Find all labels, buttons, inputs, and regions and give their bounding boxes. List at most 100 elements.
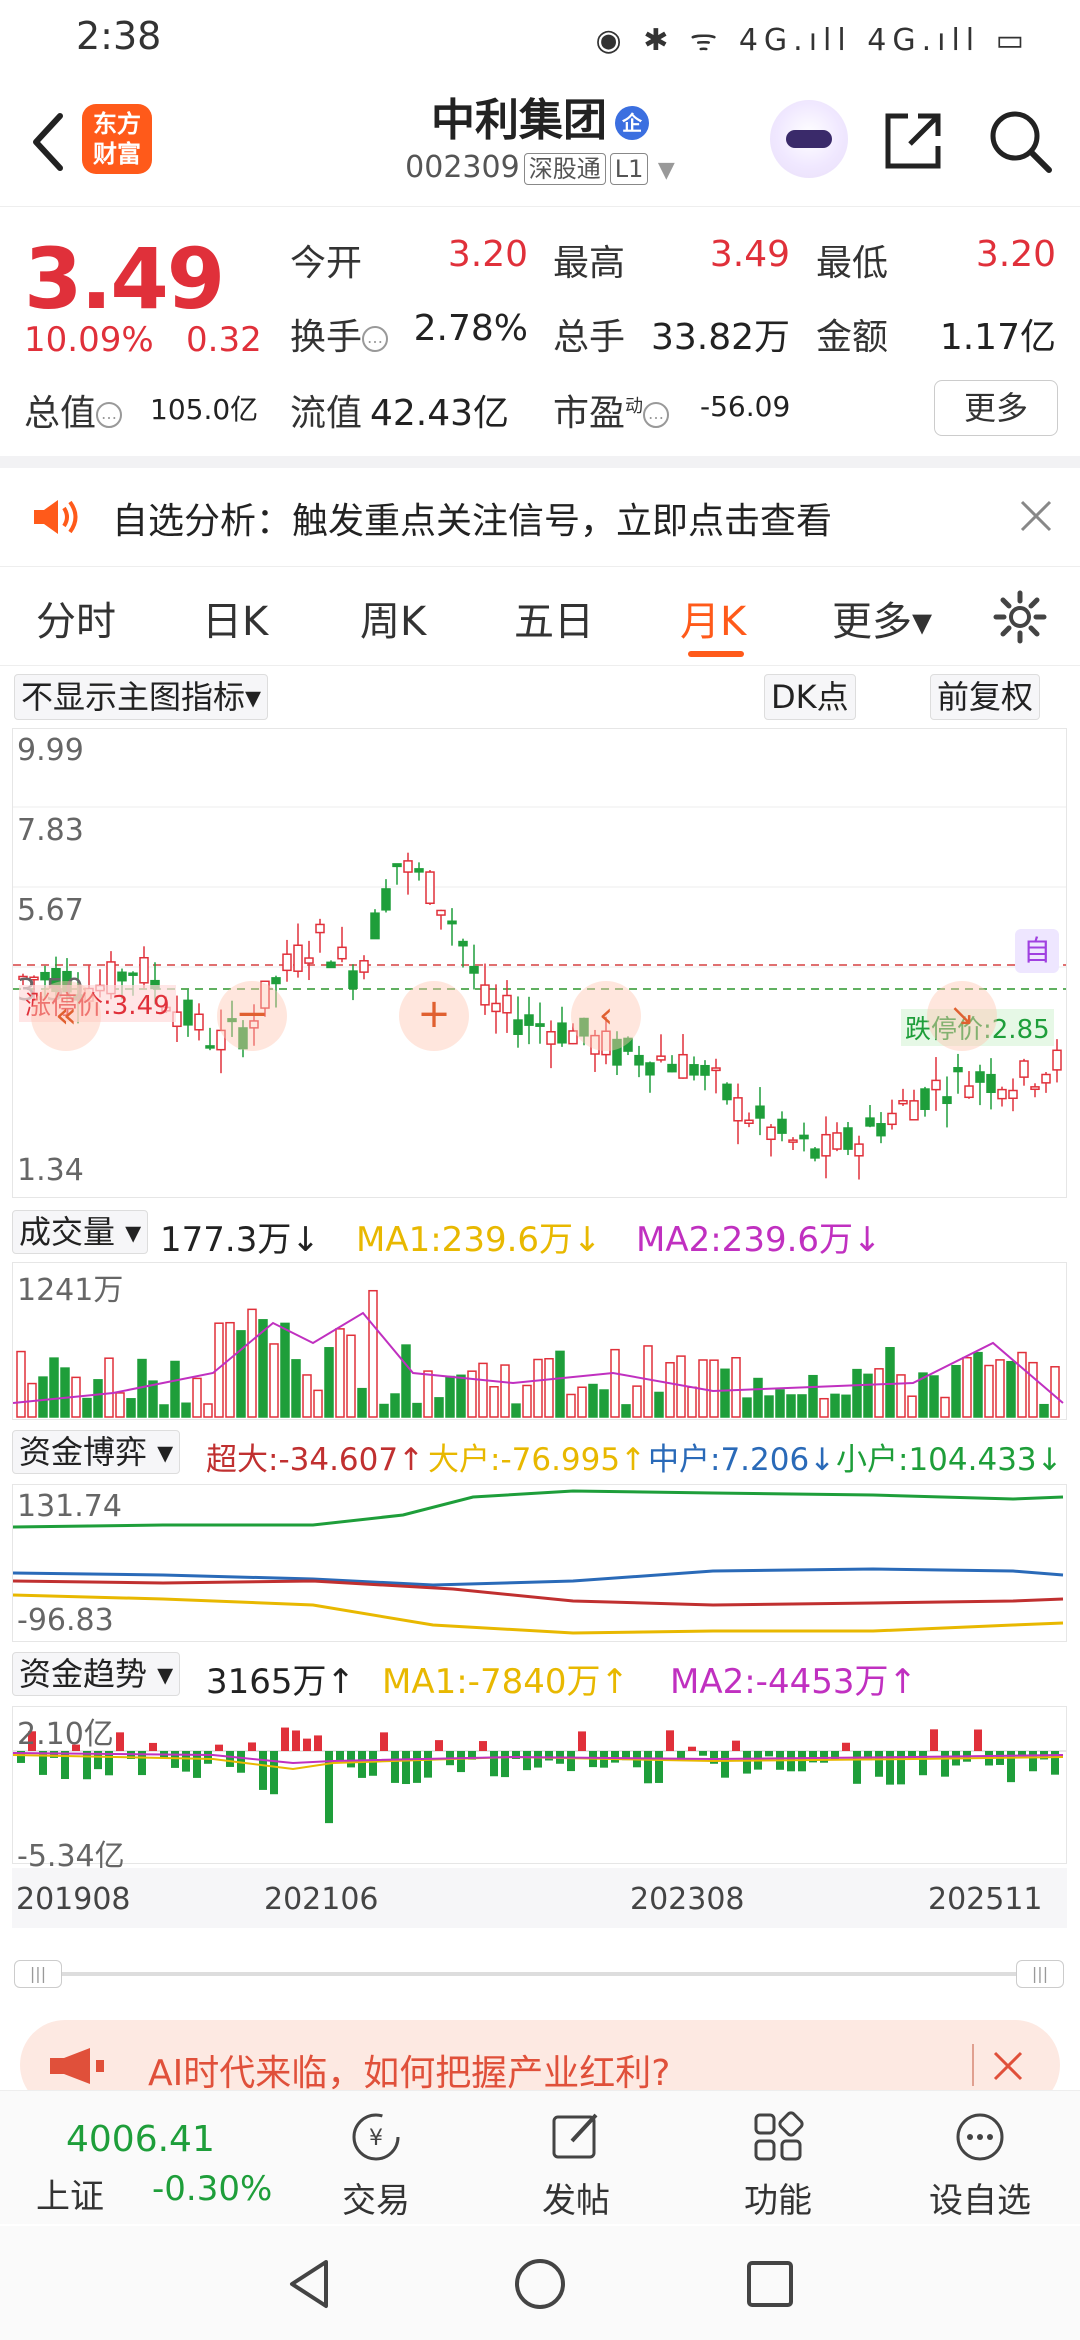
total-value-label: 总值… [24, 384, 123, 436]
zoom-in-button[interactable]: + [399, 981, 469, 1051]
volume-bar [984, 1364, 994, 1418]
ad-text: AI时代来临，如何把握产业红利? [148, 2053, 671, 2094]
speaker-icon [34, 500, 78, 534]
scroll-track [14, 1972, 1064, 1976]
capital-trend-select[interactable]: 资金趋势 ▾ [12, 1652, 181, 1696]
volume-label: 总手 [553, 317, 626, 358]
tab-monthly-k[interactable]: 月K [680, 589, 746, 647]
candle-body [535, 1023, 545, 1027]
change-amount: 0.32 [186, 320, 262, 360]
ad-close-icon[interactable] [992, 2050, 1024, 2082]
monthly-k-chart[interactable]: 9.99 7.83 5.67 3.50 1.34 涨停价:3.49 跌停价:2.… [12, 728, 1067, 1198]
candle-body [337, 946, 347, 960]
tab-more[interactable]: 更多▾ [832, 589, 932, 647]
system-recents-icon[interactable] [742, 2256, 798, 2312]
stock-name: 中利集团 [431, 95, 607, 146]
chart-range-scrollbar[interactable]: ||| ||| [14, 1960, 1064, 1988]
small-value: 小户:104.433↓ [836, 1442, 1063, 1478]
system-nav-bar [0, 2226, 1080, 2340]
volume-bar [621, 1404, 631, 1418]
share-icon[interactable] [880, 108, 946, 174]
volume-bar [159, 1404, 169, 1418]
ai-assistant-robot-icon[interactable] [770, 100, 848, 178]
volume-value: 33.82万 [650, 317, 790, 358]
candle-body [447, 920, 457, 925]
close-icon[interactable] [1018, 498, 1054, 534]
candle-body [898, 1100, 908, 1105]
volume-bar [49, 1357, 59, 1418]
enterprise-badge: 企 [615, 106, 649, 140]
expand-button[interactable]: ↘ [927, 981, 997, 1051]
candle-body [304, 957, 314, 964]
trend-bar-positive [314, 1735, 322, 1751]
scroll-handle-right[interactable]: ||| [1016, 1960, 1064, 1988]
scroll-handle-left[interactable]: ||| [14, 1960, 62, 1988]
capital-trend-bars [13, 1727, 1066, 1824]
adjust-button[interactable]: 前复权 [930, 674, 1041, 720]
zoom-out-button[interactable]: − [217, 981, 287, 1051]
low-value: 3.20 [975, 234, 1056, 275]
candle-body [1052, 1049, 1062, 1071]
nav-add-watchlist[interactable]: 设自选 [900, 2091, 1060, 2225]
system-back-icon[interactable] [282, 2256, 338, 2312]
main-indicator-select[interactable]: 不显示主图指标▾ [14, 674, 269, 720]
y-label-top: 9.99 [17, 733, 84, 768]
volume-bar [775, 1389, 785, 1418]
volume-chart[interactable]: 1241万 [12, 1262, 1067, 1420]
candle-body [205, 1045, 215, 1049]
volume-bar [181, 1402, 191, 1418]
candle-body [645, 1062, 655, 1076]
info-icon[interactable]: … [96, 402, 123, 428]
volume-bar [412, 1402, 422, 1418]
capital-game-chart[interactable]: 131.74 -96.83 [12, 1484, 1067, 1642]
trend-bar-negative [490, 1751, 498, 1777]
notice-bar[interactable]: 自选分析：触发重点关注信号，立即点击查看 [0, 468, 1080, 564]
volume-bar [1028, 1361, 1038, 1418]
capital-trend-chart[interactable]: 2.10亿 -5.34亿 [12, 1706, 1067, 1874]
volume-indicator-select[interactable]: 成交量 ▾ [12, 1210, 149, 1254]
system-home-icon[interactable] [512, 2256, 568, 2312]
volume-bar [819, 1397, 829, 1418]
gear-icon[interactable] [992, 589, 1048, 645]
volume-bar [522, 1384, 532, 1418]
capital-game-select[interactable]: 资金博弈 ▾ [12, 1430, 181, 1474]
search-icon[interactable] [985, 106, 1055, 176]
candle-body [964, 1085, 974, 1099]
info-icon[interactable]: … [643, 402, 670, 428]
volume-bar [302, 1374, 312, 1418]
open-value: 3.20 [447, 234, 528, 275]
candle-body [271, 977, 281, 985]
candle-body [480, 984, 490, 1006]
scroll-left-button[interactable]: « [31, 981, 101, 1051]
tab-daily-k[interactable]: 日K [202, 589, 268, 647]
volume-bar [643, 1345, 653, 1418]
tab-five-day[interactable]: 五日 [514, 589, 594, 647]
index-ticker[interactable]: 4006.41 上证 -0.30% [0, 2091, 272, 2225]
time-label-4: 202511 [928, 1882, 1043, 1917]
dk-point-button[interactable]: DK点 [764, 674, 856, 720]
trend-bar-negative [226, 1751, 234, 1767]
volume-bar [1050, 1366, 1060, 1418]
tab-intraday[interactable]: 分时 [36, 589, 116, 647]
tab-weekly-k[interactable]: 周K [360, 589, 426, 647]
nav-functions[interactable]: 功能 [698, 2091, 858, 2225]
volume-bar [797, 1394, 807, 1418]
volume-bar [60, 1367, 70, 1418]
volume-bar [291, 1359, 301, 1418]
volume-bar [82, 1397, 92, 1418]
trend-bar-positive [281, 1727, 289, 1751]
trend-bar-negative [721, 1751, 729, 1778]
prev-button[interactable]: ‹ [571, 981, 641, 1051]
volume-max-label: 1241万 [17, 1273, 124, 1308]
nav-post[interactable]: 发帖 [496, 2091, 656, 2225]
turnover-label-text: 换手 [290, 317, 363, 358]
pe-label-text: 市盈 [553, 393, 626, 434]
trend-bar-negative [699, 1751, 707, 1756]
trend-bar-negative [501, 1751, 509, 1778]
volume-bar [709, 1359, 719, 1418]
nav-trade[interactable]: ¥ 交易 [296, 2091, 456, 2225]
trend-bar-negative [523, 1751, 531, 1771]
info-icon[interactable]: … [362, 326, 389, 352]
more-quote-button[interactable]: 更多 [934, 380, 1058, 436]
trend-bar-negative [413, 1751, 421, 1783]
